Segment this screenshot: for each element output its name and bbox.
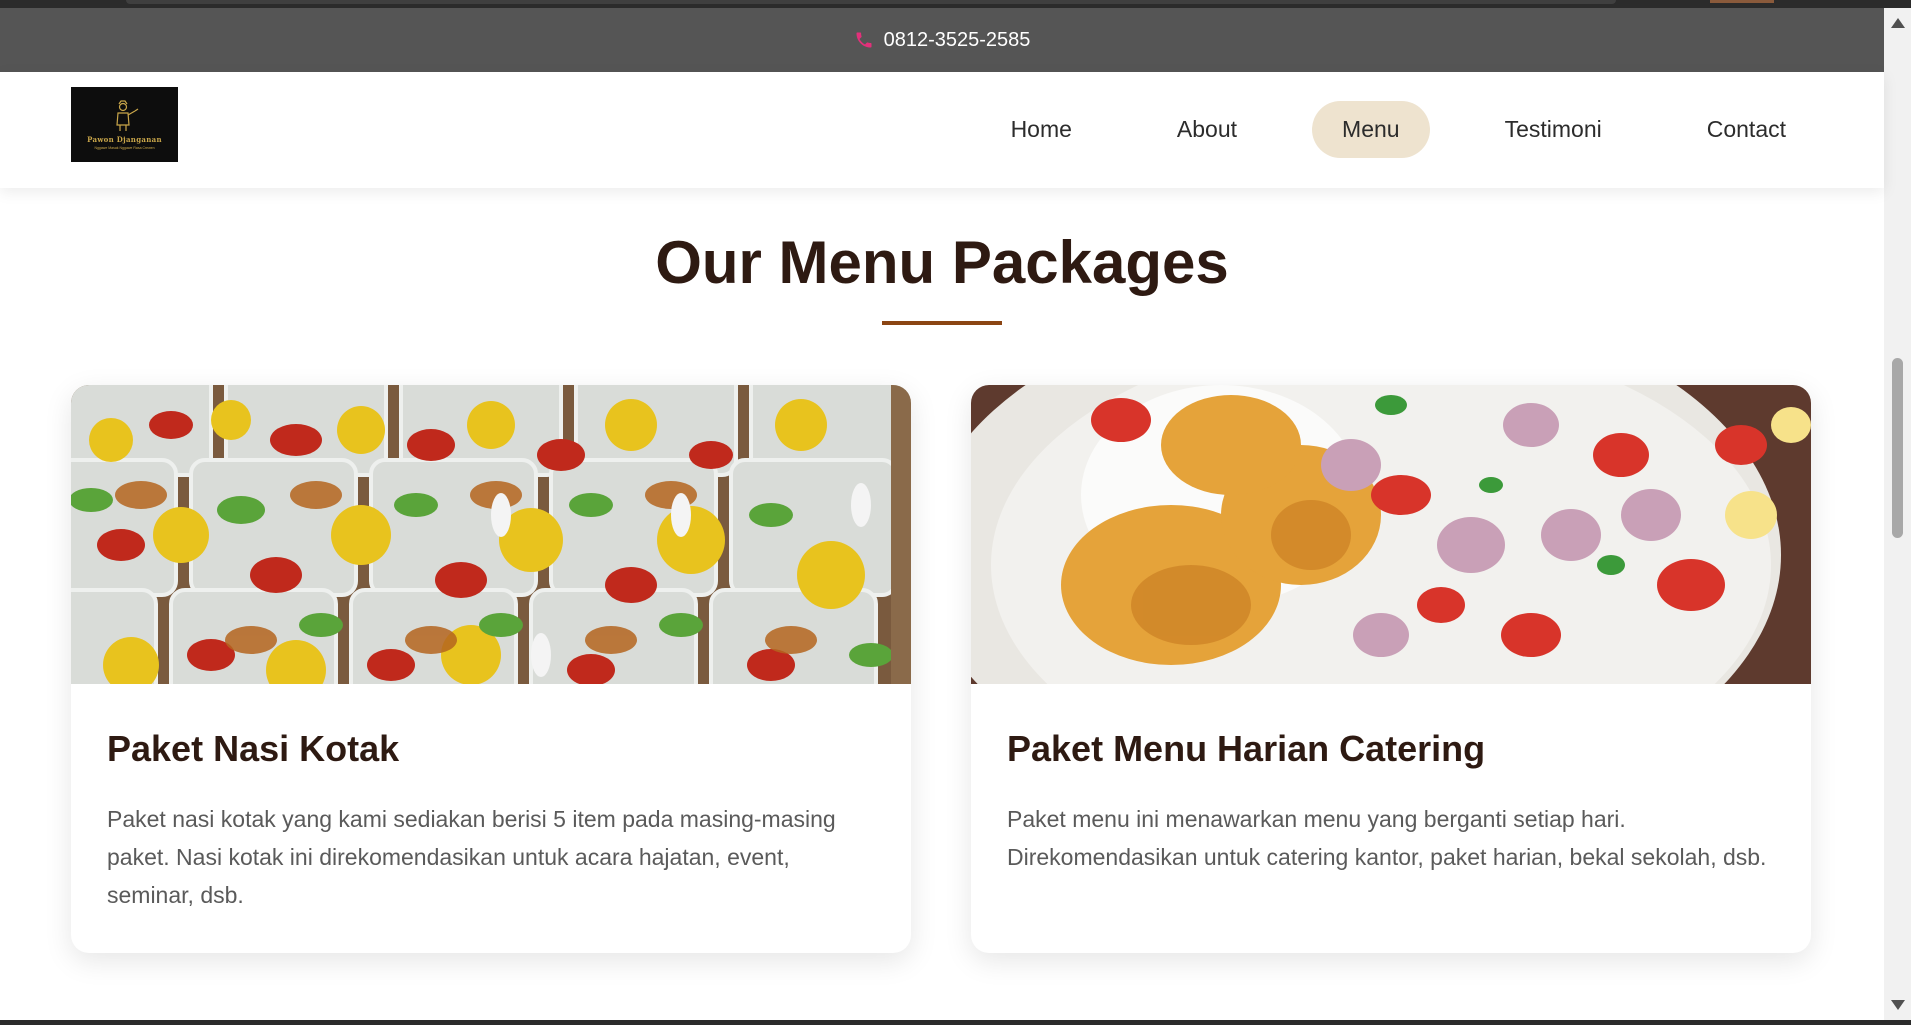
card-description: Paket nasi kotak yang kami sediakan beri…	[107, 806, 836, 908]
phone-icon	[854, 30, 874, 50]
chef-figure-icon	[115, 100, 138, 131]
tab-accent	[1710, 0, 1774, 3]
page-scrollbar[interactable]	[1884, 8, 1911, 1020]
package-card-menu-harian[interactable]: Paket Menu Harian Catering Paket menu in…	[971, 385, 1811, 953]
main-nav: Home About Menu Testimoni Contact	[936, 101, 1816, 158]
nav-contact[interactable]: Contact	[1677, 101, 1816, 158]
card-title: Paket Menu Harian Catering	[1007, 728, 1486, 769]
scrollbar-thumb[interactable]	[1892, 358, 1903, 538]
browser-chrome	[0, 0, 1911, 8]
scroll-up-icon[interactable]	[1891, 18, 1905, 28]
nav-menu[interactable]: Menu	[1312, 101, 1430, 158]
top-contact-bar: 0812-3525-2585	[0, 8, 1884, 72]
address-bar-edge	[126, 0, 1616, 4]
title-underline	[882, 321, 1002, 325]
phone-number-link[interactable]: 0812-3525-2585	[884, 29, 1031, 52]
section-title: Our Menu Packages	[655, 229, 1229, 296]
nasi-kotak-photo	[71, 385, 911, 684]
card-body: Paket Menu Harian Catering Paket menu in…	[971, 684, 1811, 876]
card-title: Paket Nasi Kotak	[107, 728, 400, 769]
package-card-nasi-kotak[interactable]: Paket Nasi Kotak Paket nasi kotak yang k…	[71, 385, 911, 953]
menu-packages-section: Our Menu Packages Paket Nasi Kotak Paket…	[0, 188, 1884, 1020]
site-logo[interactable]: Pawon Djanganan Nggawe Masak Nggawe Rasa…	[71, 87, 178, 162]
card-description: Paket menu ini menawarkan menu yang berg…	[1007, 806, 1767, 870]
window-bottom-edge	[0, 1020, 1911, 1025]
card-body: Paket Nasi Kotak Paket nasi kotak yang k…	[71, 684, 911, 914]
nav-about[interactable]: About	[1147, 101, 1267, 158]
nav-testimoni[interactable]: Testimoni	[1475, 101, 1632, 158]
scroll-down-icon[interactable]	[1891, 1000, 1905, 1010]
logo-tagline: Nggawe Masak Nggawe Rasa Crewen	[94, 146, 155, 150]
site-header: Pawon Djanganan Nggawe Masak Nggawe Rasa…	[0, 72, 1884, 188]
menu-harian-photo	[971, 385, 1811, 684]
nav-home[interactable]: Home	[981, 101, 1102, 158]
logo-name: Pawon Djanganan	[87, 135, 162, 144]
